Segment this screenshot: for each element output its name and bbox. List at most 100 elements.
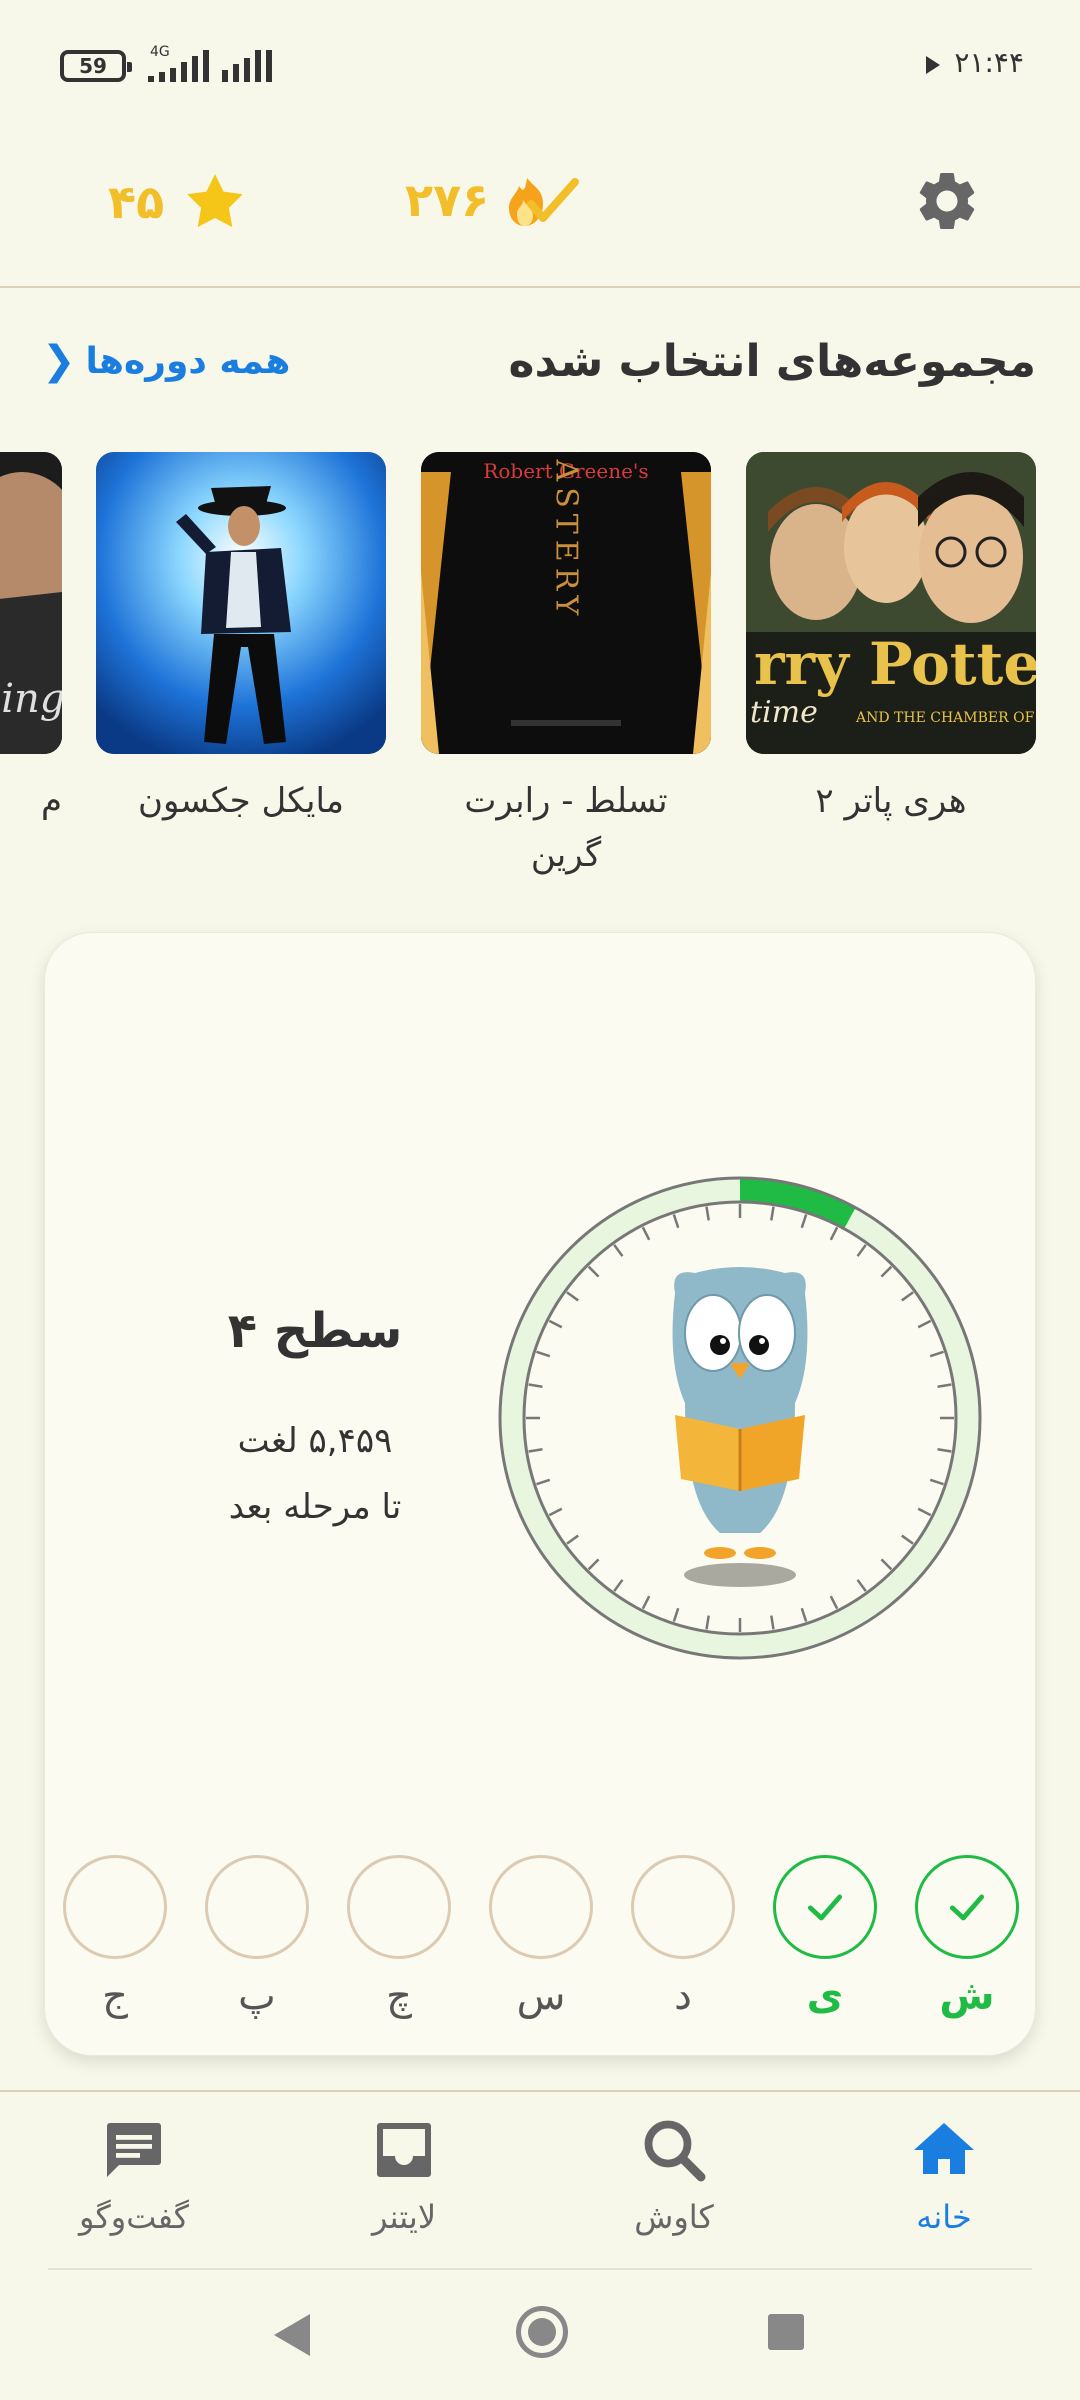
letter-pending-circle — [489, 1855, 593, 1959]
search-icon — [644, 2120, 706, 2182]
letter-label: ی — [806, 1973, 844, 2019]
letter-label: پ — [238, 1973, 276, 2019]
ring-tick — [566, 1291, 579, 1302]
letter-progress-item[interactable]: ی — [773, 1855, 877, 2035]
chevron-left-icon: ❮ — [42, 338, 76, 384]
ring-tick — [880, 1265, 893, 1278]
ring-tick — [566, 1534, 579, 1545]
letter-progress-item[interactable]: س — [489, 1855, 593, 2035]
battery-indicator: 59 — [60, 50, 132, 82]
letter-completed-circle — [915, 1855, 1019, 1959]
ring-tick — [587, 1558, 600, 1571]
ring-tick — [917, 1507, 932, 1517]
ring-tick — [705, 1206, 710, 1221]
letter-progress-item[interactable]: ش — [915, 1855, 1019, 2035]
letter-label: ش — [939, 1973, 995, 2019]
letter-progress-item[interactable]: ج — [63, 1855, 167, 2035]
settings-gear-icon[interactable] — [912, 166, 982, 236]
ring-tick — [770, 1615, 775, 1630]
signal-icon — [148, 50, 209, 82]
nav-label: گفت‌وگو — [78, 2198, 190, 2236]
course-card[interactable]: مایکل جکسون — [96, 452, 386, 828]
section-title: مجموعه‌های انتخاب شده — [508, 336, 1036, 387]
media-play-icon — [926, 56, 940, 74]
owl-mascot-icon — [672, 1267, 808, 1587]
streak-value: ۲۷۶ — [405, 173, 490, 227]
ring-tick — [929, 1350, 944, 1358]
letter-pending-circle — [63, 1855, 167, 1959]
course-title: مایکل جکسون — [137, 781, 345, 821]
svg-text:king: king — [0, 676, 62, 722]
ring-tick — [641, 1226, 651, 1241]
ring-tick — [901, 1534, 914, 1545]
level-progress-ring — [498, 1176, 982, 1660]
ring-tick — [548, 1319, 563, 1329]
ring-tick — [705, 1615, 710, 1630]
nav-home[interactable]: خانه — [844, 2114, 1044, 2236]
letter-progress-item[interactable]: پ — [205, 1855, 309, 2035]
ring-tick — [800, 1214, 808, 1229]
cover-artwork: Robert Greene's MASTERY — [421, 452, 711, 754]
cover-artwork — [96, 452, 386, 754]
nav-divider — [48, 2268, 1032, 2270]
cover-artwork: rry Potter time AND THE CHAMBER OF SEC — [746, 452, 1036, 754]
course-card[interactable]: king م — [0, 452, 62, 828]
nav-leitner[interactable]: لایتنر — [304, 2114, 504, 2236]
letter-label: د — [674, 1973, 692, 2019]
course-cover-image: king — [0, 452, 62, 754]
nav-chat[interactable]: گفت‌وگو — [34, 2114, 234, 2236]
course-card[interactable]: Robert Greene's MASTERY تسلط - رابرت گری… — [421, 452, 711, 882]
svg-text:AND THE CHAMBER OF SEC: AND THE CHAMBER OF SEC — [855, 710, 1036, 726]
course-title: م — [40, 781, 62, 821]
nav-label: کاوش — [634, 2198, 714, 2236]
status-bar: 59 4G ۲۱:۴۴ — [0, 0, 1080, 130]
stars-counter[interactable]: ۴۵ — [108, 170, 248, 234]
level-title: سطح ۴ — [227, 1303, 403, 1359]
letter-progress-item[interactable]: چ — [347, 1855, 451, 2035]
letter-pending-circle — [347, 1855, 451, 1959]
ring-tick — [856, 1244, 867, 1257]
ring-tick — [528, 1383, 543, 1388]
home-icon — [914, 2123, 974, 2174]
ring-tick — [548, 1507, 563, 1517]
ring-tick — [929, 1478, 944, 1486]
letter-completed-circle — [773, 1855, 877, 1959]
streak-counter[interactable]: ۲۷۶ — [405, 170, 580, 230]
ring-tick — [880, 1558, 893, 1571]
all-courses-label: همه دوره‌ها — [85, 340, 291, 382]
ring-tick — [800, 1607, 808, 1622]
system-home-icon[interactable] — [516, 2306, 568, 2358]
ring-tick — [613, 1579, 624, 1592]
course-cover-image: rry Potter time AND THE CHAMBER OF SEC — [746, 452, 1036, 754]
svg-text:MASTERY: MASTERY — [549, 452, 584, 621]
alphabet-progress: شیدسچپج — [63, 1855, 1019, 2035]
ring-tick — [536, 1350, 551, 1358]
system-recents-icon[interactable] — [768, 2314, 804, 2350]
nav-label: خانه — [916, 2198, 972, 2236]
ring-tick — [901, 1291, 914, 1302]
ring-tick — [672, 1214, 680, 1229]
system-back-icon[interactable] — [274, 2314, 310, 2356]
inbox-icon — [377, 2123, 431, 2177]
course-title: هری پاتر ۲ — [815, 781, 967, 821]
all-courses-link[interactable]: همه دوره‌ها ❮ — [42, 338, 290, 384]
ring-tick — [613, 1244, 624, 1257]
ring-tick — [829, 1226, 839, 1241]
course-card[interactable]: rry Potter time AND THE CHAMBER OF SEC ه… — [746, 452, 1036, 828]
ring-tick — [641, 1595, 651, 1610]
level-card[interactable]: سطح ۴ ۵,۴۵۹ لغت تا مرحله بعد ش ی د س چ پ ج — [44, 932, 1036, 2056]
status-time: ۲۱:۴۴ — [954, 46, 1024, 79]
course-carousel[interactable]: rry Potter time AND THE CHAMBER OF SEC ه… — [0, 452, 1080, 882]
cover-artwork: king — [0, 452, 62, 754]
course-cover-image — [96, 452, 386, 754]
letter-label: چ — [386, 1973, 412, 2019]
svg-text:rry Potter: rry Potter — [754, 630, 1036, 698]
letter-progress-item[interactable]: د — [631, 1855, 735, 2035]
signal-icon — [222, 50, 272, 82]
level-words-remaining: ۵,۴۵۹ لغت — [237, 1421, 393, 1461]
fire-check-icon — [509, 178, 580, 226]
ring-tick — [917, 1319, 932, 1329]
nav-label: لایتنر — [371, 2198, 437, 2236]
star-icon — [187, 174, 243, 228]
nav-explore[interactable]: کاوش — [574, 2114, 774, 2236]
